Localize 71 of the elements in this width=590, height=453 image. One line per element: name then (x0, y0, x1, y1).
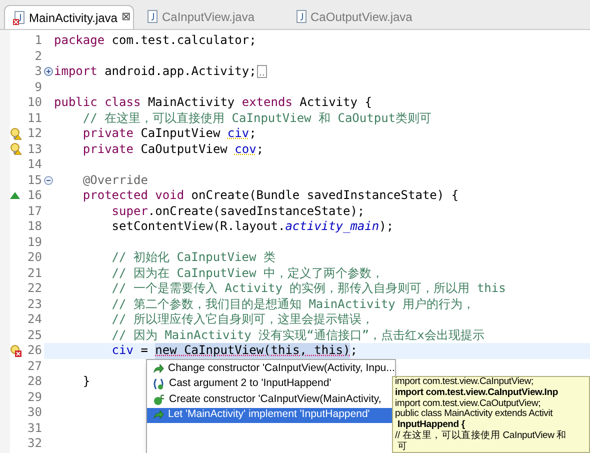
line-number: 30 (28, 405, 43, 420)
line-number: 19 (28, 234, 43, 250)
line-number: 10 (28, 95, 43, 110)
code-line: } (82, 374, 90, 390)
quick-fix-item[interactable]: Let 'MainActivity' implement 'InputHappend' (147, 408, 395, 423)
editor-tab[interactable]: CaInputView.java (138, 5, 263, 29)
code-line: // 因为 MainActivity 没有实现“通信接口”，点击红x会出现提示 (110, 328, 484, 343)
collapse-icon[interactable] (44, 176, 53, 185)
cast-icon (153, 378, 165, 390)
curved-arrow-icon (153, 410, 164, 420)
curved-arrow-icon (153, 364, 164, 374)
line-number: 21 (28, 266, 43, 281)
lightbulb-warning-icon[interactable] (10, 128, 22, 140)
code-line: // 因为在 CaInputView 中，定义了两个参数， (110, 266, 384, 281)
line-number: 24 (28, 312, 43, 328)
code-line: setContentView(R.layout.activity_main); (110, 219, 394, 234)
line-number: 16 (28, 188, 43, 204)
line-number: 28 (28, 374, 43, 390)
line-number: 32 (28, 436, 43, 452)
close-icon[interactable]: ⊠ (121, 9, 130, 26)
code-line: // 一个是需要传入 Activity 的实例，那传入自身则可，所以用 this (110, 281, 506, 296)
code-line: // 初始化 CaInputView 类 (110, 250, 276, 266)
quick-fix-item[interactable]: Change constructor 'CaInputView(Activity, Inpu... (147, 361, 395, 376)
line-number: 20 (28, 250, 43, 266)
line-number: 22 (28, 281, 43, 296)
line-number: 3 (34, 64, 43, 80)
code-line: super.onCreate(savedInstanceState); (110, 204, 365, 219)
preview-line: InputHappend { (396, 420, 465, 430)
line-number: 15 (28, 172, 43, 188)
code-line: private CaInputView civ; (82, 126, 256, 142)
preview-line: public class MainActivity extends Activit (395, 409, 553, 420)
line-number: 13 (28, 142, 43, 157)
constructor-icon (153, 394, 165, 406)
preview-line: import com.test.view.CaOutputView; (395, 398, 541, 409)
line-number: 1 (34, 33, 43, 48)
preview-line: import com.test.view.CaInputView; (395, 377, 534, 388)
code-line: @Override (82, 172, 148, 188)
expand-icon[interactable] (44, 67, 53, 76)
code-line: // 第二个参数，我们目的是想通知 MainActivity 用户的行为， (110, 296, 475, 312)
preview-line: 可 (396, 442, 408, 452)
line-number: 29 (28, 390, 43, 405)
line-number: 9 (34, 80, 43, 95)
code-line: // 所以理应传入它自身则可，这里会提示错误， (110, 312, 374, 328)
preview-line: // 在这里，可以直接使用 CaInputView 和 (395, 430, 566, 442)
editor-tab[interactable]: CaOutputView.java (286, 5, 420, 29)
line-number: 25 (28, 328, 43, 343)
line-number: 26 (28, 343, 43, 358)
preview-line: import com.test.view.CaInputView.Inp (395, 388, 558, 399)
line-number: 2 (34, 48, 43, 64)
line-number: 23 (28, 296, 43, 312)
line-number: 31 (28, 420, 43, 436)
code-line: public class MainActivity extends Activity { (54, 95, 372, 110)
code-line: civ = new CaInputView(this, this); (110, 343, 358, 358)
quick-fix-item[interactable]: Create constructor 'CaInputView(MainActivity, (147, 392, 395, 408)
editor-tab[interactable]: MainActivity.java ⊠ (4, 5, 134, 29)
folded-code-icon[interactable] (257, 65, 268, 78)
code-line: import android.app.Activity; (54, 64, 256, 80)
code-line: package com.test.calculator; (54, 33, 256, 48)
line-number: 14 (28, 157, 43, 172)
lightbulb-error-icon[interactable] (10, 344, 22, 357)
lightbulb-warning-icon[interactable] (10, 143, 22, 156)
line-number: 27 (28, 358, 43, 374)
line-number: 18 (28, 219, 43, 234)
code-line: protected void onCreate(Bundle savedInstanceState) { (82, 188, 459, 204)
line-number: 11 (28, 110, 43, 126)
code-line: private CaOutputView cov; (82, 142, 264, 157)
line-number: 12 (28, 126, 43, 142)
code-line: // 在这里，可以直接使用 CaInputView 和 CaOutput类则可 (82, 110, 432, 126)
quick-fix-item[interactable]: Cast argument 2 to 'InputHappend' (147, 376, 395, 392)
line-number: 17 (28, 204, 43, 219)
override-triangle-icon (10, 192, 20, 200)
